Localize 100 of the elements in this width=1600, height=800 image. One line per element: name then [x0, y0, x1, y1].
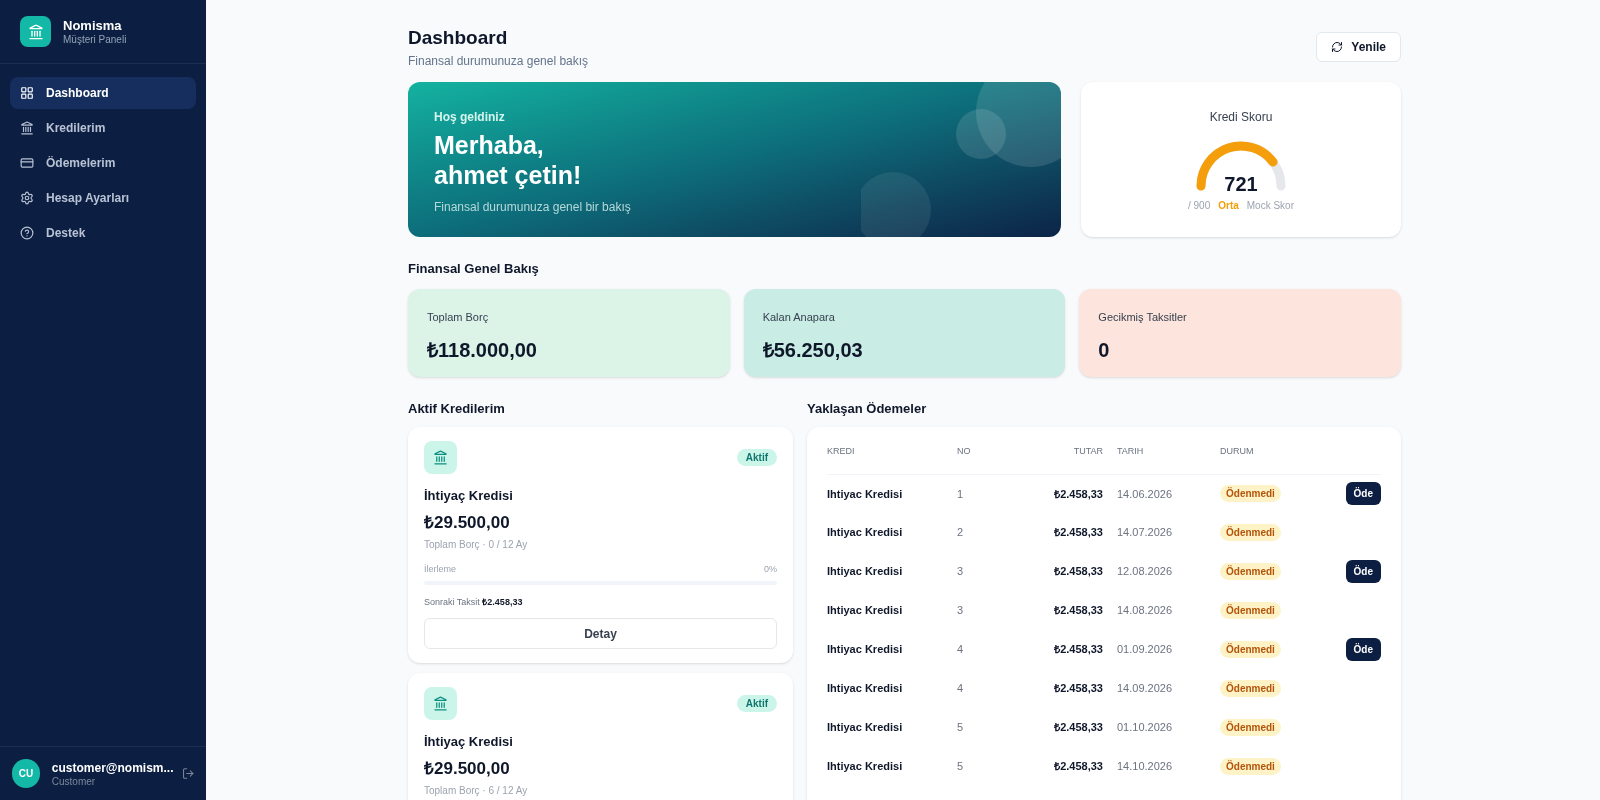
- table-cell: 01.09.2026: [1117, 630, 1220, 669]
- score-rating: Orta: [1218, 199, 1239, 213]
- settings-icon: [20, 191, 34, 205]
- table-cell: 12.08.2026: [1117, 552, 1220, 591]
- bank-icon: [27, 23, 44, 40]
- progress-label: İlerleme: [424, 563, 456, 576]
- column-header: NO: [957, 445, 1017, 474]
- page-subtitle: Finansal durumunuza genel bakış: [408, 53, 589, 70]
- bank-icon: [433, 450, 448, 465]
- logout-icon[interactable]: [181, 767, 194, 780]
- table-cell-text: 4: [957, 642, 965, 658]
- table-cell: 14.06.2026: [1117, 474, 1220, 513]
- card-icon: [20, 156, 34, 170]
- table-cell: Ihtiyac Kredisi: [827, 747, 957, 786]
- stat-value: ₺56.250,03: [762, 338, 864, 363]
- status-badge: Ödenmedi: [1220, 641, 1281, 658]
- table-cell-text: 2: [957, 525, 965, 541]
- status-badge: Aktif: [736, 449, 777, 466]
- table-cell: ₺2.458,33: [1017, 708, 1117, 747]
- table-cell: 14.07.2026: [1117, 513, 1220, 552]
- status-badge: Ödenmedi: [1220, 758, 1281, 775]
- loan-amount: ₺29.500,00: [424, 757, 511, 780]
- score-value: 721: [1224, 172, 1258, 196]
- nav-item[interactable]: Destek: [10, 217, 196, 249]
- score-note: Mock Skor: [1246, 199, 1294, 213]
- table-cell: ₺2.458,33: [1017, 591, 1117, 630]
- table-cell: 14.09.2026: [1117, 669, 1220, 708]
- loan-meta: Toplam Borç · 6 / 12 Ay: [424, 784, 529, 798]
- status-badge: Aktif: [736, 695, 777, 712]
- table-cell: ₺2.458,33: [1017, 474, 1117, 513]
- score-title: Kredi Skoru: [1209, 109, 1273, 126]
- stat-label: Gecikmiş Taksitler: [1098, 309, 1188, 325]
- table-cell-text: 3: [957, 603, 965, 619]
- table-cell: ₺2.458,33: [1017, 630, 1117, 669]
- table-cell: 14.08.2026: [1117, 591, 1220, 630]
- nav-item[interactable]: Hesap Ayarları: [10, 182, 196, 214]
- refresh-button[interactable]: Yenile: [1316, 32, 1401, 62]
- status-badge: Ödenmedi: [1220, 719, 1281, 736]
- stat-label: Toplam Borç: [427, 309, 490, 325]
- next-installment: Sonraki Taksit ₺2.458,33: [424, 595, 524, 609]
- brand-subtitle: Müşteri Paneli: [63, 33, 127, 46]
- table-cell: Ihtiyac Kredisi: [827, 474, 957, 513]
- column-header: KREDI: [827, 445, 957, 474]
- status-badge: Ödenmedi: [1220, 680, 1281, 697]
- loan-name: İhtiyaç Kredisi: [424, 487, 514, 505]
- stat-value: ₺118.000,00: [427, 338, 538, 363]
- user-role: Customer: [51, 775, 97, 788]
- status-badge: Ödenmedi: [1220, 524, 1281, 541]
- table-cell: ₺2.458,33: [1017, 552, 1117, 591]
- grid-icon: [20, 86, 34, 100]
- pay-button[interactable]: Öde: [1345, 560, 1381, 583]
- table-cell: Ihtiyac Kredisi: [827, 669, 957, 708]
- nav-item[interactable]: Ödemelerim: [10, 147, 196, 179]
- refresh-icon: [1331, 41, 1344, 53]
- section-title: Yaklaşan Ödemeler: [807, 399, 928, 418]
- column-header: DURUM: [1220, 445, 1340, 474]
- column-header: TUTAR: [1017, 445, 1117, 474]
- stat-label: Kalan Anapara: [762, 309, 836, 325]
- stat-value: 0: [1098, 338, 1111, 363]
- pay-button[interactable]: Öde: [1345, 638, 1381, 661]
- status-badge: Ödenmedi: [1220, 563, 1281, 580]
- loan-name: İhtiyaç Kredisi: [424, 733, 514, 751]
- bank-icon: [20, 121, 34, 135]
- table-cell: Ihtiyac Kredisi: [827, 552, 957, 591]
- welcome-eyebrow: Hoş geldiniz: [434, 109, 506, 126]
- welcome-title: Merhaba, ahmet çetin!: [434, 130, 583, 190]
- table-cell: Ihtiyac Kredisi: [827, 513, 957, 552]
- user-avatar: CU: [12, 759, 40, 788]
- user-email: customer@nomism...: [51, 759, 174, 776]
- table-cell-text: 4: [957, 681, 965, 697]
- welcome-text: Finansal durumunuza genel bir bakış: [434, 199, 632, 216]
- table-cell: ₺2.458,33: [1017, 747, 1117, 786]
- section-title: Finansal Genel Bakış: [408, 260, 540, 278]
- section-title: Aktif Kredilerim: [408, 399, 506, 418]
- status-badge: Ödenmedi: [1220, 485, 1281, 503]
- loan-meta: Toplam Borç · 0 / 12 Ay: [424, 538, 529, 552]
- nav-item[interactable]: Dashboard: [10, 77, 196, 109]
- status-badge: Ödenmedi: [1220, 602, 1281, 619]
- brand-name: Nomisma: [63, 17, 123, 34]
- table-cell-text: 3: [957, 564, 965, 580]
- progress-value: 0%: [764, 563, 777, 576]
- nav-item[interactable]: Kredilerim: [10, 112, 196, 144]
- table-cell: 01.10.2026: [1117, 708, 1220, 747]
- table-cell: Ihtiyac Kredisi: [827, 591, 957, 630]
- table-cell: 14.10.2026: [1117, 747, 1220, 786]
- help-icon: [20, 226, 34, 240]
- table-cell: Ihtiyac Kredisi: [827, 708, 957, 747]
- bank-icon: [433, 696, 448, 711]
- table-cell: ₺2.458,33: [1017, 513, 1117, 552]
- table-cell-text: 5: [957, 720, 965, 736]
- detail-button[interactable]: Detay: [424, 618, 777, 649]
- pay-button[interactable]: Öde: [1345, 482, 1381, 506]
- table-cell: Ihtiyac Kredisi: [827, 630, 957, 669]
- column-header: TARIH: [1117, 445, 1220, 474]
- score-max: / 900: [1187, 199, 1211, 213]
- table-cell: 1: [957, 474, 1017, 513]
- table-cell-text: 5: [957, 759, 965, 775]
- loan-amount: ₺29.500,00: [424, 511, 511, 534]
- page-title: Dashboard: [408, 26, 509, 50]
- table-cell: ₺2.458,33: [1017, 669, 1117, 708]
